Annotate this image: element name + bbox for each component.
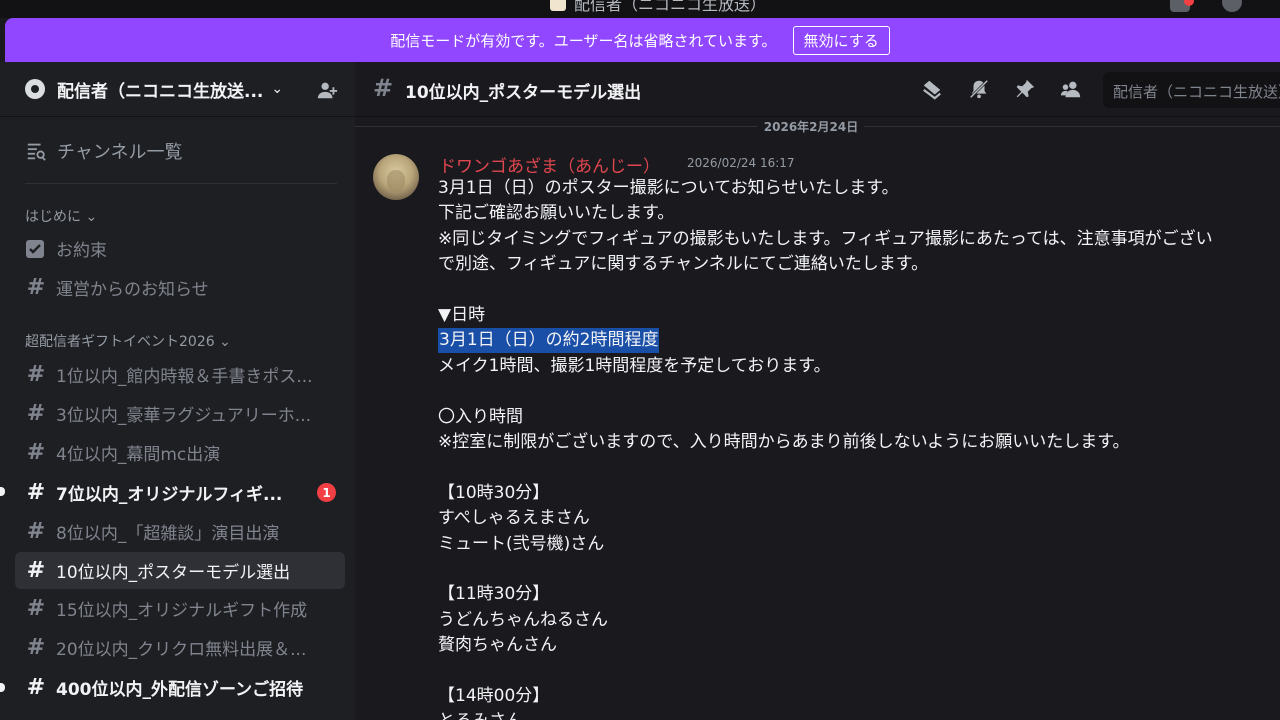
sidebar-item-rules[interactable]: お約束 bbox=[15, 230, 345, 267]
hash-icon: # bbox=[26, 440, 46, 465]
banner-text: 配信モードが有効です。ユーザー名は省略されています。 bbox=[390, 31, 777, 50]
hash-icon: # bbox=[373, 74, 394, 102]
sidebar-item-label: 400位以内_外配信ゾーンご招待 bbox=[56, 680, 304, 700]
browse-channels[interactable]: チャンネル一覧 bbox=[25, 138, 182, 164]
message-line: メイク1時間、撮影1時間程度を予定しております。 bbox=[438, 355, 831, 376]
chevron-down-icon: ⌄ bbox=[219, 334, 231, 350]
message-line: 【14時00分】 bbox=[438, 686, 550, 706]
sidebar-item-label: 1位以内_館内時報＆手書きポス... bbox=[56, 367, 313, 387]
help-icon[interactable] bbox=[1222, 0, 1242, 12]
message-line: ※控室に制限がございますので、入り時間からあまり前後しないようにお願いいたします… bbox=[438, 432, 1130, 452]
sidebar-item-channel[interactable]: # 8位以内_「超雑談」演目出演 bbox=[15, 513, 345, 550]
window-titlebar: 配信者（ニコニコ生放送） bbox=[0, 0, 1280, 18]
message-line: 贅肉ちゃんさん bbox=[438, 635, 557, 656]
server-name: 配信者（ニコニコ生放送... bbox=[57, 81, 264, 102]
hash-icon: # bbox=[26, 558, 46, 583]
member-list-icon[interactable] bbox=[1060, 78, 1082, 100]
message-line: 3月1日（日）のポスター撮影についてお知らせいたします。 bbox=[438, 178, 899, 198]
category-intro[interactable]: はじめに ⌄ bbox=[25, 206, 97, 226]
streamer-mode-banner: 配信モードが有効です。ユーザー名は省略されています。 無効にする bbox=[5, 18, 1280, 62]
window-title: 配信者（ニコニコ生放送） bbox=[550, 0, 766, 15]
hash-icon: # bbox=[26, 519, 46, 544]
sidebar-item-label: 4位以内_幕間mc出演 bbox=[56, 445, 221, 465]
window-title-text: 配信者（ニコニコ生放送） bbox=[574, 0, 767, 14]
sidebar-item-channel[interactable]: # 400位以内_外配信ゾーンご招待 bbox=[15, 669, 345, 706]
sidebar-item-channel[interactable]: # 4位以内_幕間mc出演 bbox=[15, 434, 345, 471]
chevron-down-icon: ⌄ bbox=[85, 209, 98, 225]
invite-people-icon[interactable] bbox=[316, 79, 338, 101]
category-gift-event[interactable]: 超配信者ギフトイベント2026 ⌄ bbox=[25, 331, 231, 351]
channel-header: # 10位以内_ポスターモデル選出 配信者（ニコニコ生放送） bbox=[355, 62, 1280, 117]
sidebar-item-label: 運営からのお知らせ bbox=[56, 280, 209, 300]
sidebar-item-channel[interactable]: # 15位以内_オリジナルギフト作成 bbox=[15, 590, 345, 627]
sidebar-item-label: 15位以内_オリジナルギフト作成 bbox=[56, 601, 308, 621]
sidebar-item-label: 20位以内_クリクロ無料出展＆... bbox=[56, 640, 307, 660]
sidebar-item-channel-active[interactable]: # 10位以内_ポスターモデル選出 bbox=[15, 552, 345, 589]
channel-title: 10位以内_ポスターモデル選出 bbox=[405, 83, 642, 103]
channel-list-icon bbox=[27, 143, 46, 161]
message-line: うどんちゃんねるさん bbox=[438, 609, 608, 630]
search-input[interactable]: 配信者（ニコニコ生放送） bbox=[1103, 72, 1280, 108]
date-label: 2026年2月24日 bbox=[757, 118, 865, 135]
category-label: はじめに bbox=[25, 209, 81, 225]
date-divider: 2026年2月24日 bbox=[355, 118, 1280, 135]
message-author[interactable]: ドワンゴあざま（あんじー） bbox=[439, 152, 660, 177]
notification-dot bbox=[1184, 0, 1194, 6]
sidebar-item-label: お約束 bbox=[56, 241, 107, 261]
inbox-icon[interactable] bbox=[1170, 0, 1194, 12]
sidebar-item-label: 10位以内_ポスターモデル選出 bbox=[56, 563, 291, 583]
message-line: すぺしゃるえまさん bbox=[438, 508, 590, 529]
chat-area: # 10位以内_ポスターモデル選出 配信者（ニコニコ生放送） 2026年2月24… bbox=[355, 62, 1280, 720]
hash-icon: # bbox=[26, 596, 46, 621]
message-timestamp: 2026/02/24 16:17 bbox=[687, 156, 795, 170]
sidebar-item-announcements[interactable]: # 運営からのお知らせ bbox=[15, 269, 345, 306]
message-line: ▼日時 bbox=[438, 305, 486, 325]
unread-indicator bbox=[0, 683, 5, 692]
pin-icon[interactable] bbox=[1014, 78, 1036, 100]
category-label: 超配信者ギフトイベント2026 bbox=[25, 334, 215, 350]
sidebar-item-channel[interactable]: # 20位以内_クリクロ無料出展＆... bbox=[15, 629, 345, 666]
server-header[interactable]: 配信者（ニコニコ生放送... ⌄ bbox=[0, 62, 355, 117]
message-line: で別途、フィギュアに関するチャンネルにてご連絡いたします。 bbox=[438, 254, 929, 275]
hash-icon: # bbox=[26, 362, 46, 387]
message-line: ※同じタイミングでフィギュアの撮影もいたします。フィギュア撮影にあたっては、注意… bbox=[438, 228, 1213, 249]
sidebar-item-channel[interactable]: # 7位以内_オリジナルフィギ... 1 bbox=[15, 474, 345, 511]
sidebar-divider bbox=[25, 183, 337, 184]
message-line: 【10時30分】 bbox=[438, 482, 550, 503]
rules-icon bbox=[26, 239, 44, 258]
hash-icon: # bbox=[26, 275, 46, 300]
sidebar-item-label: 7位以内_オリジナルフィギ... bbox=[56, 485, 283, 505]
sidebar-item-label: 8位以内_「超雑談」演目出演 bbox=[56, 524, 280, 544]
message-line: とろみさん bbox=[438, 709, 523, 720]
hash-icon: # bbox=[26, 401, 46, 426]
app-icon bbox=[550, 0, 566, 11]
message-line: 【11時30分】 bbox=[438, 584, 550, 605]
notification-muted-icon[interactable] bbox=[968, 78, 990, 100]
hash-icon: # bbox=[26, 635, 46, 660]
message-line: ミュート(弐号機)さん bbox=[438, 533, 605, 554]
server-badge-icon bbox=[25, 79, 45, 99]
threads-icon[interactable] bbox=[921, 78, 943, 100]
mention-badge: 1 bbox=[317, 483, 336, 502]
message-line-highlighted: 3月1日（日）の約2時間程度 bbox=[438, 328, 660, 354]
channel-sidebar: 配信者（ニコニコ生放送... ⌄ チャンネル一覧 はじめに ⌄ お約束 # 運営… bbox=[0, 62, 355, 720]
unread-indicator bbox=[0, 487, 5, 496]
browse-channels-label: チャンネル一覧 bbox=[57, 142, 183, 163]
chevron-down-icon: ⌄ bbox=[271, 81, 284, 97]
disable-streamer-mode-button[interactable]: 無効にする bbox=[792, 25, 890, 55]
hash-icon: # bbox=[26, 675, 46, 700]
sidebar-item-channel[interactable]: # 1位以内_館内時報＆手書きポス... bbox=[15, 356, 345, 393]
sidebar-item-label: 3位以内_豪華ラグジュアリーホ... bbox=[56, 406, 311, 426]
hash-icon: # bbox=[26, 480, 46, 505]
message-line: 〇入り時間 bbox=[438, 406, 523, 427]
sidebar-item-channel[interactable]: # 3位以内_豪華ラグジュアリーホ... bbox=[15, 395, 345, 432]
message-line: 下記ご確認お願いいたします。 bbox=[438, 203, 675, 224]
author-avatar[interactable] bbox=[373, 154, 419, 200]
